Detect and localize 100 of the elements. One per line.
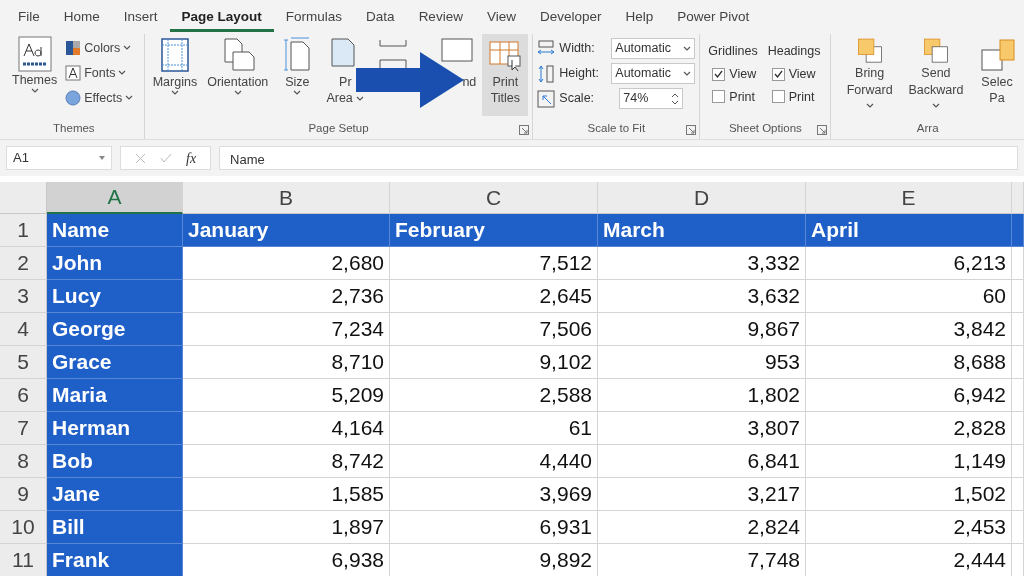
table-cell: [1012, 280, 1024, 313]
ribbon-button[interactable]: Size: [274, 34, 321, 116]
table-cell: 1,149: [806, 445, 1012, 478]
dropdown-field[interactable]: Automatic: [611, 63, 696, 84]
table-cell: 2,828: [806, 412, 1012, 445]
table-cell: [1012, 214, 1024, 247]
font-letter-icon: [65, 65, 82, 82]
row-header[interactable]: 1: [0, 214, 47, 247]
ribbon-tab[interactable]: View: [474, 2, 528, 32]
column-header[interactable]: B: [183, 182, 390, 214]
table-cell: [1012, 445, 1024, 478]
row-header[interactable]: 7: [0, 412, 47, 445]
table-cell: Lucy: [47, 280, 183, 313]
ribbon-tab[interactable]: Home: [51, 2, 112, 32]
ribbon-tab[interactable]: Insert: [111, 2, 170, 32]
header-cell: January: [183, 214, 390, 247]
table-cell: 2,736: [183, 280, 390, 313]
ribbon-tab[interactable]: Formulas: [273, 2, 355, 32]
table-cell: 2,453: [806, 511, 1012, 544]
row-header[interactable]: 4: [0, 313, 47, 346]
row-header[interactable]: 8: [0, 445, 47, 478]
ribbon-button[interactable]: Orientation: [203, 34, 273, 116]
header-cell: March: [598, 214, 806, 247]
group-label: Arra: [915, 121, 940, 136]
column-header[interactable]: D: [598, 182, 806, 214]
themes-button[interactable]: Themes: [8, 34, 62, 116]
table-cell: 8,742: [183, 445, 390, 478]
checkbox-option[interactable]: View: [767, 64, 821, 84]
group-label: Sheet Options: [727, 121, 803, 136]
header-cell: Name: [47, 214, 183, 247]
ribbon-tab[interactable]: Data: [354, 2, 407, 32]
ribbon-tab[interactable]: File: [6, 2, 52, 32]
checkbox-option[interactable]: Print: [767, 87, 821, 107]
table-cell: John: [47, 247, 183, 280]
table-cell: Frank: [47, 544, 183, 576]
chevron-icon: [123, 45, 132, 52]
ribbon-tab[interactable]: Page Layout: [169, 2, 274, 32]
chevron-icon: [30, 88, 39, 95]
table-cell: [1012, 379, 1024, 412]
table-cell: 3,217: [598, 478, 806, 511]
table-cell: 7,506: [390, 313, 598, 346]
layered-squares-icon: [978, 36, 1016, 74]
table-cell: 61: [390, 412, 598, 445]
ribbon-button[interactable]: Margins: [148, 34, 202, 116]
row-header[interactable]: 5: [0, 346, 47, 379]
checkbox-option[interactable]: Print: [708, 87, 758, 107]
column-header[interactable]: E: [806, 182, 1012, 214]
table-cell: 2,645: [390, 280, 598, 313]
table-cell: 3,632: [598, 280, 806, 313]
cancel-icon: [135, 152, 146, 164]
spinner-field[interactable]: 74%: [619, 88, 684, 109]
table-cell: 4,440: [390, 445, 598, 478]
table-cell: 1,585: [183, 478, 390, 511]
ribbon-button[interactable]: Bring Forward: [841, 34, 898, 116]
dialog-launcher-icon[interactable]: [519, 125, 530, 135]
table-cell: 7,748: [598, 544, 806, 576]
insert-function-button[interactable]: fx: [186, 147, 197, 169]
name-box[interactable]: A1: [6, 146, 112, 170]
table-cell: 5,209: [183, 379, 390, 412]
ribbon-tab[interactable]: Power Pivot: [665, 2, 762, 32]
chevron-icon: [125, 94, 134, 101]
row-header[interactable]: 2: [0, 247, 47, 280]
ribbon-dropdown-button[interactable]: Fonts: [63, 62, 136, 84]
table-cell: [1012, 511, 1024, 544]
table-cell: 9,102: [390, 346, 598, 379]
formula-field[interactable]: Name: [219, 146, 1018, 170]
group-label: Scale to Fit: [586, 121, 647, 136]
ribbon-button[interactable]: nd: [418, 34, 481, 116]
row-header[interactable]: 6: [0, 379, 47, 412]
ribbon-button[interactable]: Selec Pa: [974, 34, 1020, 116]
group-label: Themes: [52, 121, 96, 136]
field-label: Scale:: [559, 90, 596, 108]
ribbon-dropdown-button[interactable]: Colors: [63, 38, 136, 59]
table-cell: 3,969: [390, 478, 598, 511]
table-cell: 2,824: [598, 511, 806, 544]
row-header[interactable]: 9: [0, 478, 47, 511]
ribbon-button[interactable]: Print Titles: [482, 34, 529, 116]
table-cell: 8,710: [183, 346, 390, 379]
option-heading: Gridlines: [708, 43, 758, 60]
dropdown-field[interactable]: Automatic: [611, 38, 696, 59]
checkbox-option[interactable]: View: [708, 64, 758, 84]
row-header[interactable]: 11: [0, 544, 47, 576]
column-header[interactable]: C: [390, 182, 598, 214]
dialog-launcher-icon[interactable]: [817, 125, 828, 135]
field-label: Height:: [559, 65, 600, 83]
dialog-launcher-icon[interactable]: [686, 125, 697, 135]
ribbon-button[interactable]: Send Backward: [903, 34, 968, 116]
ribbon-button[interactable]: Pr Area: [322, 34, 369, 116]
ribbon-tab[interactable]: Review: [406, 2, 475, 32]
table-cell: 8,688: [806, 346, 1012, 379]
row-header[interactable]: 10: [0, 511, 47, 544]
table-cell: 9,892: [390, 544, 598, 576]
row-header[interactable]: 3: [0, 280, 47, 313]
ribbon-tab[interactable]: Developer: [527, 2, 614, 32]
column-header[interactable]: A: [47, 182, 183, 214]
dropdown-triangle-icon: [99, 156, 105, 160]
table-cell: 2,444: [806, 544, 1012, 576]
table-cell: Maria: [47, 379, 183, 412]
ribbon-dropdown-button[interactable]: Effects: [63, 87, 136, 109]
ribbon-tab[interactable]: Help: [613, 2, 666, 32]
